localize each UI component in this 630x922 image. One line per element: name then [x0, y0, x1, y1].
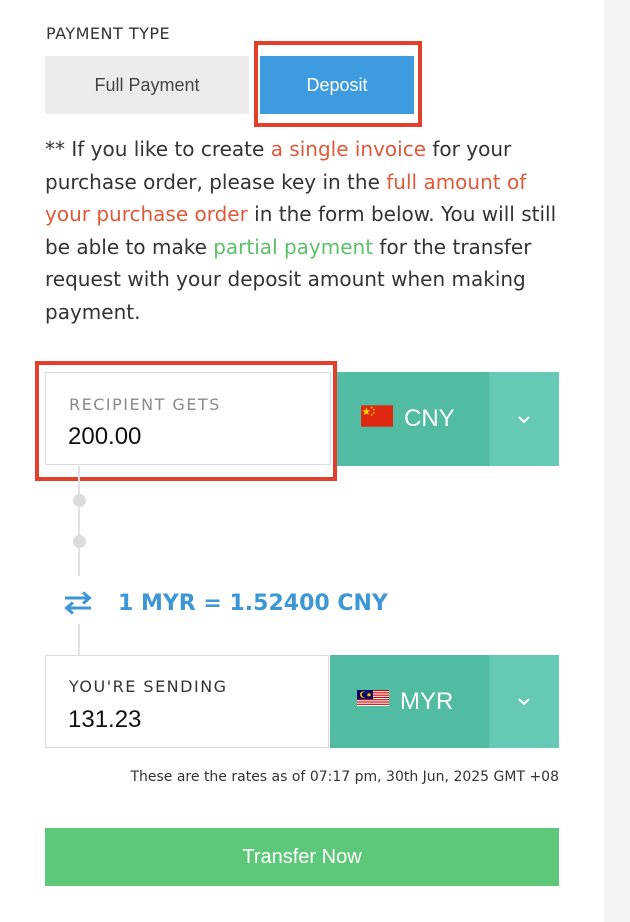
timeline-dot — [73, 535, 86, 548]
malaysia-flag-icon — [357, 687, 389, 716]
sending-currency-dropdown-button[interactable] — [489, 655, 559, 748]
recipient-currency-code: CNY — [404, 405, 455, 432]
recipient-currency-select[interactable]: CNY — [337, 372, 489, 466]
partial-payment-link[interactable]: partial payment — [213, 235, 373, 259]
full-payment-button[interactable]: Full Payment — [45, 56, 249, 114]
rates-timestamp-note: These are the rates as of 07:17 pm, 30th… — [130, 769, 559, 785]
deposit-highlight-frame — [254, 41, 422, 127]
sending-currency-select[interactable]: MYR — [330, 655, 489, 748]
timeline-line — [78, 466, 80, 576]
timeline-dot — [73, 494, 86, 507]
sending-amount-input[interactable]: 131.23 — [68, 706, 141, 734]
transfer-now-button[interactable]: Transfer Now — [45, 828, 559, 886]
recipient-currency-dropdown-button[interactable] — [489, 372, 559, 466]
payment-note: ** If you like to create a single invoic… — [45, 133, 565, 328]
exchange-rate-text: 1 MYR = 1.52400 CNY — [118, 590, 388, 616]
chevron-down-icon — [518, 415, 530, 423]
sending-field[interactable]: YOU'RE SENDING 131.23 — [45, 655, 329, 748]
swap-arrows-icon — [64, 591, 92, 615]
timeline-line — [78, 624, 80, 655]
payment-type-label: PAYMENT TYPE — [46, 24, 171, 43]
sending-currency-code: MYR — [400, 687, 454, 715]
sending-label: YOU'RE SENDING — [69, 677, 228, 696]
note-text-1: ** If you like to create — [45, 137, 271, 161]
chevron-down-icon — [518, 698, 530, 706]
recipient-highlight-frame — [35, 361, 337, 481]
exchange-rate-row: 1 MYR = 1.52400 CNY — [62, 586, 394, 620]
page-side-strip — [604, 0, 630, 922]
single-invoice-link[interactable]: a single invoice — [271, 137, 426, 161]
china-flag-icon — [361, 404, 393, 434]
